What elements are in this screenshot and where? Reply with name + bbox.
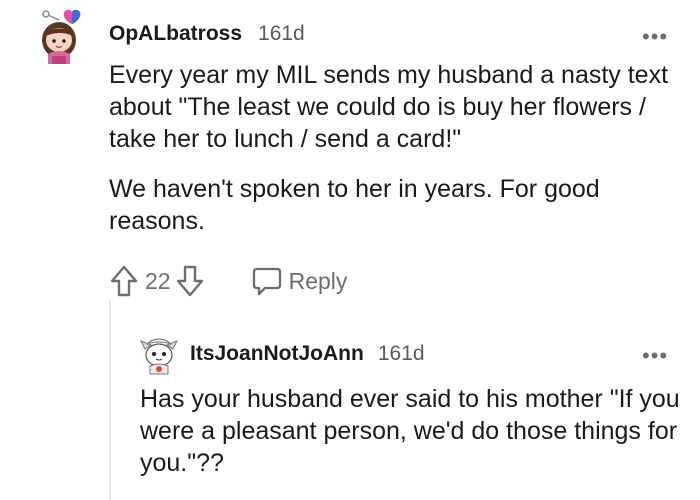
reply-avatar[interactable]	[139, 335, 179, 375]
comment-more-options-button[interactable]: •••	[642, 24, 668, 50]
reply-age[interactable]: 161d	[378, 342, 425, 366]
reply-author[interactable]: ItsJoanNotJoAnn	[190, 342, 364, 366]
comment-paragraph: We haven't spoken to her in years. For g…	[109, 175, 600, 235]
reply-body: Has your husband ever said to his mother…	[140, 383, 680, 479]
downvote-arrow-icon[interactable]	[175, 264, 205, 298]
comment-paragraph: Every year my MIL sends my husband a nas…	[109, 61, 669, 153]
thread-line[interactable]	[109, 300, 111, 500]
comment-bubble-icon	[252, 267, 281, 296]
reply-button[interactable]: Reply	[251, 265, 348, 297]
vote-score: 22	[145, 267, 171, 294]
comment-avatar[interactable]	[38, 6, 84, 66]
avatar-icon	[139, 338, 179, 375]
upvote-arrow-icon[interactable]	[109, 264, 139, 298]
reply-paragraph: Has your husband ever said to his mother…	[140, 385, 680, 477]
avatar-icon	[42, 9, 81, 64]
comment-body: Every year my MIL sends my husband a nas…	[109, 59, 679, 237]
comment-author[interactable]: OpALbatross	[109, 22, 242, 46]
reply-more-options-button[interactable]: •••	[642, 343, 668, 369]
reply-label: Reply	[288, 267, 348, 294]
comment-actions: 22 Reply	[109, 263, 347, 299]
comment-age[interactable]: 161d	[258, 22, 305, 46]
